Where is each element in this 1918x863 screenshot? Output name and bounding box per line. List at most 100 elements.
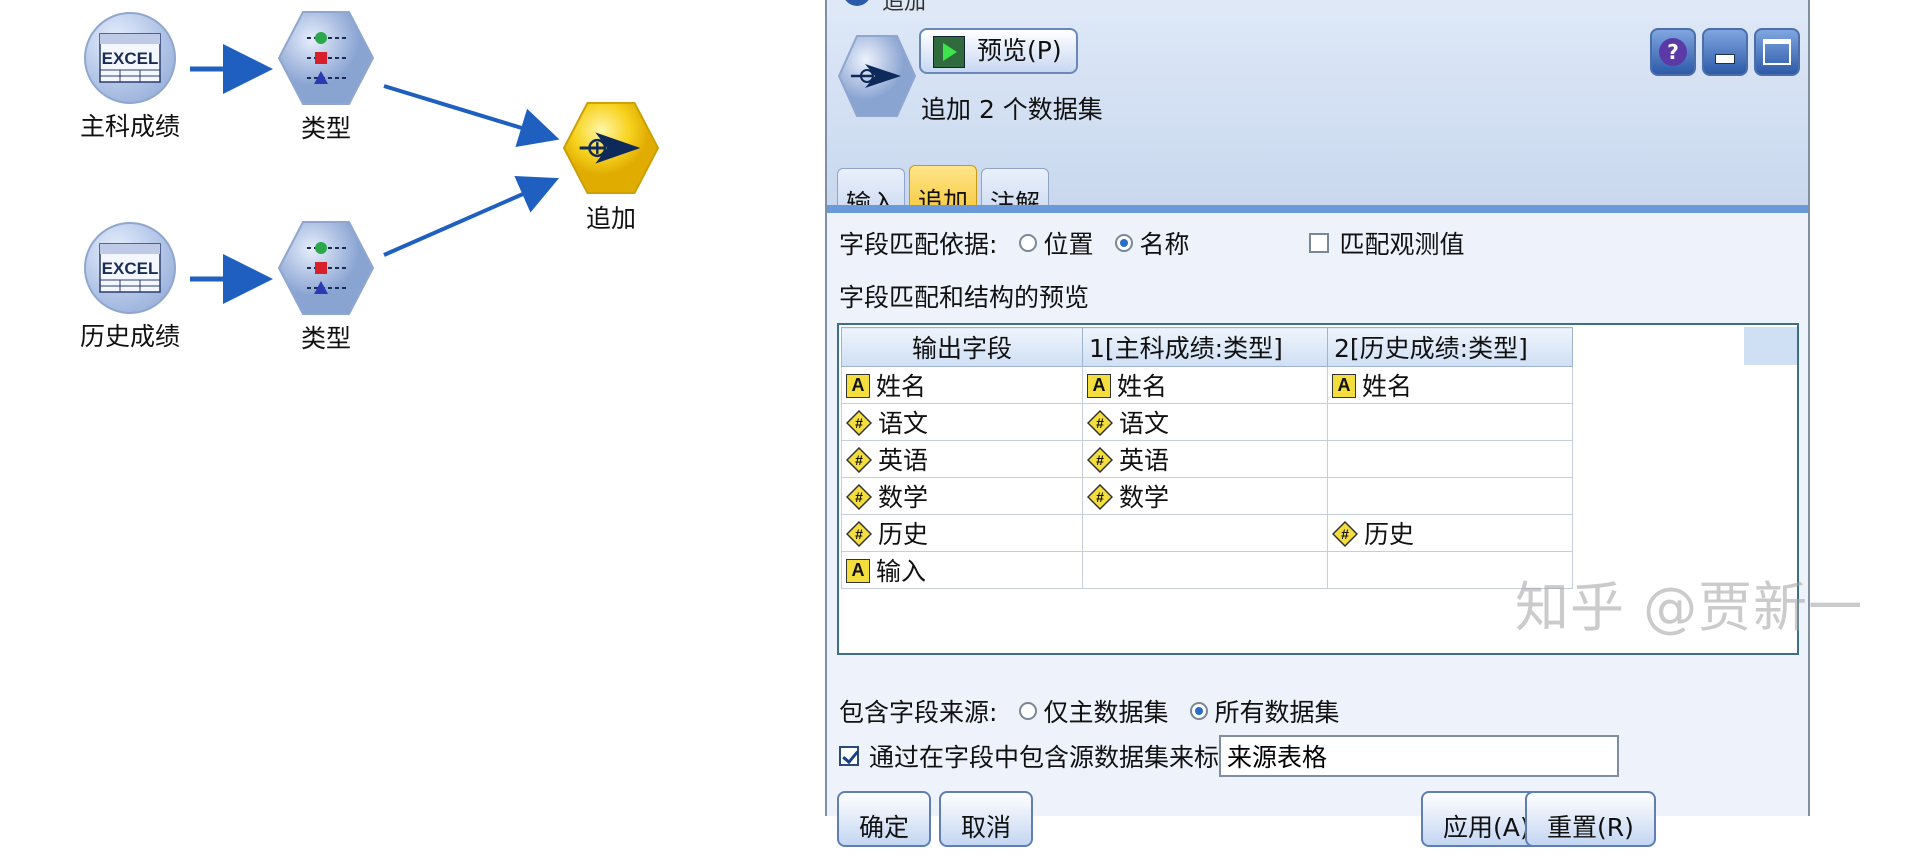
minimize-icon [1715,54,1735,64]
svg-text:#: # [1096,452,1104,468]
excel-icon: EXCEL [84,12,176,104]
cell-text: 姓名 [1117,372,1168,401]
radio-all-datasets[interactable] [1190,702,1209,720]
type-icon [277,220,375,316]
table-cell[interactable]: # 英语 [841,440,1083,478]
radio-position-label: 位置 [1043,230,1094,259]
table-cell[interactable]: # 历史 [1327,514,1573,552]
table-cell[interactable]: # 数学 [841,477,1083,515]
table-cell[interactable]: # 历史 [841,514,1083,552]
cancel-button[interactable]: 取消 [939,791,1034,847]
numeric-field-icon: # [1087,484,1113,510]
table-cell[interactable] [1082,551,1328,589]
radio-all-datasets-label: 所有数据集 [1214,698,1340,727]
type-node-main[interactable]: 类型 [251,10,401,144]
table-row[interactable]: # 历史 # 历史 [841,514,1573,552]
table-row[interactable]: A 输入 [841,551,1573,589]
help-icon: ? [1659,38,1687,66]
svg-text:#: # [855,526,863,542]
dialog-header: 预览(P) 追加 2 个数据集 ? 输入 追加 注解 [827,20,1808,225]
cell-text: 数学 [1119,483,1170,512]
cell-text: 输入 [876,557,927,586]
cell-text: 姓名 [1362,372,1413,401]
table-cell[interactable] [1327,403,1573,441]
dialog-title: 追加 [882,0,927,15]
excel-text: EXCEL [102,259,159,278]
table-cell[interactable]: # 语文 [1082,403,1328,441]
window-buttons: ? [1650,28,1800,76]
close-icon[interactable]: ✕ [1772,0,1790,7]
table-cell[interactable] [1327,477,1573,515]
preview-button[interactable]: 预览(P) [919,28,1078,74]
watermark: 知乎 @贾新一 [1515,576,1864,639]
table-row[interactable]: # 数学 # 数学 [841,477,1573,515]
grid-header-row: 输出字段 1[主科成绩:类型] 2[历史成绩:类型] [841,327,1573,367]
append-icon [562,100,660,196]
maximize-button[interactable] [1754,28,1800,76]
string-field-icon: A [846,374,870,398]
include-source-row: 包含字段来源: 仅主数据集 所有数据集 [839,693,1339,729]
cell-text: 历史 [878,520,929,549]
append-node[interactable]: 追加 [536,100,686,234]
column-header[interactable]: 1[主科成绩:类型] [1082,327,1328,367]
append-tab-panel: 字段匹配依据: 位置 名称 匹配观测值 字段匹配和结构的预览 输出字段 1[主科… [827,213,1808,847]
excel-source-node-history[interactable]: EXCEL 历史成绩 [55,222,205,352]
reset-button[interactable]: 重置(R) [1525,791,1656,847]
tag-records-checkbox[interactable] [839,746,859,766]
table-cell[interactable] [1082,514,1328,552]
svg-text:#: # [855,489,863,505]
svg-text:#: # [1341,526,1349,542]
table-cell[interactable]: A 输入 [841,551,1083,589]
minimize-button[interactable] [1702,28,1748,76]
node-label: 主科成绩 [79,112,180,141]
node-label: 类型 [300,114,351,143]
ok-button[interactable]: 确定 [837,791,932,847]
cell-text: 语文 [1119,409,1170,438]
string-field-icon: A [846,559,870,583]
connection-arrow [383,84,560,147]
tab-strip [827,205,1808,213]
table-cell[interactable]: # 数学 [1082,477,1328,515]
cell-text: 英语 [1119,446,1170,475]
table-cell[interactable]: A 姓名 [1327,366,1573,404]
table-row[interactable]: # 英语 # 英语 [841,440,1573,478]
append-dialog: 追加 ✕ 预览(P) 追加 2 个数据集 ? 输入 追加 注解 [825,0,1810,847]
preview-button-label: 预览(P) [977,36,1062,65]
match-by-label: 字段匹配依据: [839,230,998,259]
cell-text: 英语 [878,446,929,475]
table-row[interactable]: A 姓名 A 姓名 A 姓名 [841,366,1573,404]
table-cell[interactable]: # 英语 [1082,440,1328,478]
help-button[interactable]: ? [1650,28,1696,76]
column-header[interactable]: 输出字段 [841,327,1083,367]
numeric-field-icon: # [1087,410,1113,436]
match-values-checkbox[interactable] [1309,233,1330,253]
svg-text:#: # [855,452,863,468]
table-cell[interactable]: A 姓名 [1082,366,1328,404]
excel-text: EXCEL [102,49,159,68]
play-icon [933,36,965,68]
numeric-field-icon: # [846,484,872,510]
field-table: 输出字段 1[主科成绩:类型] 2[历史成绩:类型] A 姓名 A 姓名 A 姓名 # 语文 #… [841,327,1573,589]
cell-text: 历史 [1364,520,1415,549]
title-bar[interactable]: 追加 ✕ [827,0,1808,20]
table-cell[interactable]: A 姓名 [841,366,1083,404]
column-header[interactable]: 2[历史成绩:类型] [1327,327,1573,367]
radio-position[interactable] [1019,234,1038,252]
cell-text: 姓名 [876,372,927,401]
tag-field-input[interactable] [1219,735,1619,777]
stream-canvas[interactable]: EXCEL 主科成绩 类型 EXCEL 历史成绩 类型 追加 [0,0,825,816]
svg-text:#: # [1096,415,1104,431]
radio-name[interactable] [1115,234,1134,252]
numeric-field-icon: # [846,447,872,473]
table-cell[interactable] [1327,440,1573,478]
cell-text: 数学 [878,483,929,512]
connection-arrow [383,175,559,257]
type-node-history[interactable]: 类型 [251,220,401,354]
table-cell[interactable]: # 语文 [841,403,1083,441]
maximize-icon [1763,39,1791,65]
radio-main-dataset-only[interactable] [1019,702,1038,720]
table-row[interactable]: # 语文 # 语文 [841,403,1573,441]
excel-source-node-main[interactable]: EXCEL 主科成绩 [55,12,205,142]
include-source-label: 包含字段来源: [839,698,998,727]
preview-label: 字段匹配和结构的预览 [839,283,1090,312]
